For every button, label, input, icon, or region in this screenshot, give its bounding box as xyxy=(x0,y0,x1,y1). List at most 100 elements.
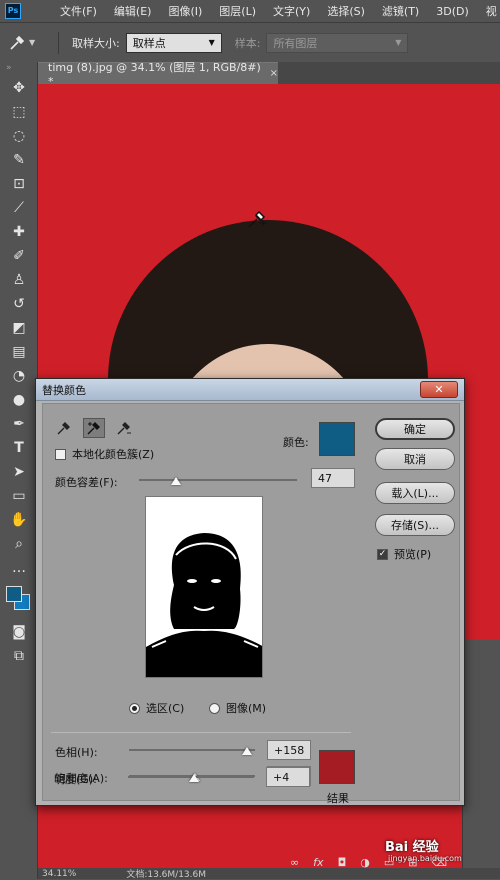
link-icon[interactable]: ∞ xyxy=(290,856,299,869)
fuzziness-track xyxy=(139,479,297,481)
hue-slider[interactable] xyxy=(129,746,255,755)
preview-label: 预览(P) xyxy=(394,548,432,561)
tool-preset-picker[interactable]: ▼ xyxy=(8,31,48,55)
radio-selection-row[interactable]: 选区(C) xyxy=(129,700,184,716)
color-label: 颜色: xyxy=(283,436,309,449)
eyedropper-icon xyxy=(10,35,25,50)
menu-layer[interactable]: 图层(L) xyxy=(219,3,256,19)
sample-size-value: 取样点 xyxy=(132,36,166,50)
chevron-down-icon: ▼ xyxy=(29,38,36,47)
adjustment-icon[interactable]: ◑ xyxy=(360,856,370,869)
menu-file[interactable]: 文件(F) xyxy=(60,3,97,19)
type-tool-icon[interactable]: T xyxy=(0,436,38,460)
marquee-tool-icon[interactable]: ⬚ xyxy=(0,100,38,124)
menu-image[interactable]: 图像(I) xyxy=(168,3,202,19)
zoom-level[interactable]: 34.11% xyxy=(42,869,76,879)
chevron-down-icon: ▼ xyxy=(395,38,402,47)
eyedropper-plus-icon[interactable] xyxy=(83,418,105,438)
options-separator xyxy=(58,31,59,54)
section-divider xyxy=(51,732,351,733)
localized-clusters-row[interactable]: 本地化颜色簇(Z) xyxy=(55,446,154,462)
fx-icon[interactable]: fx xyxy=(313,856,323,869)
crop-tool-icon[interactable]: ⊡ xyxy=(0,172,38,196)
menu-type[interactable]: 文字(Y) xyxy=(273,3,310,19)
hue-label: 色相(H): xyxy=(55,746,98,759)
preview-checkbox[interactable]: ✓ xyxy=(377,548,388,560)
blur-tool-icon[interactable]: ◔ xyxy=(0,364,38,388)
load-button[interactable]: 载入(L)... xyxy=(375,482,455,504)
menu-edit[interactable]: 编辑(E) xyxy=(114,3,152,19)
localized-clusters-label: 本地化颜色簇(Z) xyxy=(72,448,155,461)
tools-panel: » ✥ ⬚ ◌ ✎ ⊡ ⟋ ✚ ✐ ♙ ↺ ◩ ▤ ◔ ● ✒ T ➤ ▭ ✋ … xyxy=(0,62,38,879)
eyedropper-tool-icon[interactable]: ⟋ xyxy=(0,196,38,220)
selected-color-swatch[interactable] xyxy=(319,422,355,456)
hue-track xyxy=(129,749,255,751)
fuzziness-thumb[interactable] xyxy=(171,477,181,485)
close-button[interactable]: ✕ xyxy=(420,381,458,398)
fuzziness-slider[interactable] xyxy=(139,476,297,485)
baidu-watermark-url: jingyan.baidu.com xyxy=(388,854,462,863)
photoshop-logo[interactable]: Ps xyxy=(5,3,21,19)
quick-select-tool-icon[interactable]: ✎ xyxy=(0,148,38,172)
radio-selection-label: 选区(C) xyxy=(146,702,185,715)
eraser-tool-icon[interactable]: ◩ xyxy=(0,316,38,340)
radio-selection[interactable] xyxy=(129,702,140,714)
save-button[interactable]: 存储(S)... xyxy=(375,514,455,536)
preview-row[interactable]: ✓ 预览(P) xyxy=(377,546,431,562)
localized-clusters-checkbox[interactable] xyxy=(55,448,66,460)
lightness-input[interactable]: +4 xyxy=(266,767,310,787)
sample-dropdown[interactable]: 所有图层 ▼ xyxy=(266,32,409,53)
eyedropper-icon[interactable] xyxy=(53,418,75,438)
status-bar: 34.11% 文档:13.6M/13.6M xyxy=(38,868,500,880)
sample-label: 样本: xyxy=(234,36,261,50)
radio-image-row[interactable]: 图像(M) xyxy=(209,700,266,716)
dodge-tool-icon[interactable]: ● xyxy=(0,388,38,412)
preview-mask-image xyxy=(146,497,262,677)
dialog-titlebar[interactable]: 替换颜色 xyxy=(36,379,464,401)
more-tools-icon[interactable]: … xyxy=(0,556,38,580)
panel-grip[interactable]: » xyxy=(0,62,37,76)
close-icon[interactable]: × xyxy=(270,68,278,79)
options-bar: ▼ 取样大小: 取样点 ▼ 样本: 所有图层 ▼ xyxy=(0,22,500,62)
sample-size-dropdown[interactable]: 取样点 ▼ xyxy=(125,32,222,53)
chevron-down-icon: ▼ xyxy=(208,38,215,47)
replace-color-dialog: 替换颜色 ✕ 本地化颜色簇(Z) 颜色: 颜色容差(F): 47 选区(C) 图… xyxy=(35,378,465,806)
path-select-tool-icon[interactable]: ➤ xyxy=(0,460,38,484)
eyedropper-minus-icon[interactable] xyxy=(113,418,135,438)
gradient-tool-icon[interactable]: ▤ xyxy=(0,340,38,364)
history-brush-tool-icon[interactable]: ↺ xyxy=(0,292,38,316)
sample-value: 所有图层 xyxy=(273,36,318,50)
lasso-tool-icon[interactable]: ◌ xyxy=(0,124,38,148)
hue-thumb[interactable] xyxy=(242,747,252,755)
radio-image[interactable] xyxy=(209,702,220,714)
lightness-thumb[interactable] xyxy=(189,774,199,782)
healing-brush-tool-icon[interactable]: ✚ xyxy=(0,220,38,244)
eyedropper-group xyxy=(53,418,135,438)
fuzziness-label: 颜色容差(F): xyxy=(55,476,118,489)
eyedropper-cursor-icon xyxy=(248,210,266,228)
menu-filter[interactable]: 滤镜(T) xyxy=(382,3,419,19)
color-swatches xyxy=(0,580,37,620)
ok-button[interactable]: 确定 xyxy=(375,418,455,440)
pen-tool-icon[interactable]: ✒ xyxy=(0,412,38,436)
move-tool-icon[interactable]: ✥ xyxy=(0,76,38,100)
screen-mode-icon[interactable]: ⧉ xyxy=(0,644,38,668)
brush-tool-icon[interactable]: ✐ xyxy=(0,244,38,268)
foreground-color-swatch[interactable] xyxy=(6,586,22,602)
clone-stamp-tool-icon[interactable]: ♙ xyxy=(0,268,38,292)
dialog-body: 本地化颜色簇(Z) 颜色: 颜色容差(F): 47 选区(C) 图像(M) 色相… xyxy=(42,403,460,805)
zoom-tool-icon[interactable]: ⌕ xyxy=(0,532,38,556)
fuzziness-input[interactable]: 47 xyxy=(311,468,355,488)
menu-3d[interactable]: 3D(D) xyxy=(436,5,469,18)
document-tab[interactable]: timg (8).jpg @ 34.1% (图层 1, RGB/8#) * × xyxy=(38,61,278,88)
menu-select[interactable]: 选择(S) xyxy=(327,3,365,19)
cancel-button[interactable]: 取消 xyxy=(375,448,455,470)
doc-size: 文档:13.6M/13.6M xyxy=(126,870,207,880)
hand-tool-icon[interactable]: ✋ xyxy=(0,508,38,532)
menu-view[interactable]: 视 xyxy=(486,3,497,19)
lightness-slider[interactable] xyxy=(128,773,254,782)
hue-input[interactable]: +158 xyxy=(267,740,311,760)
rectangle-tool-icon[interactable]: ▭ xyxy=(0,484,38,508)
mask-icon[interactable]: ◘ xyxy=(338,856,347,869)
quick-mask-icon[interactable]: ◙ xyxy=(0,620,38,644)
